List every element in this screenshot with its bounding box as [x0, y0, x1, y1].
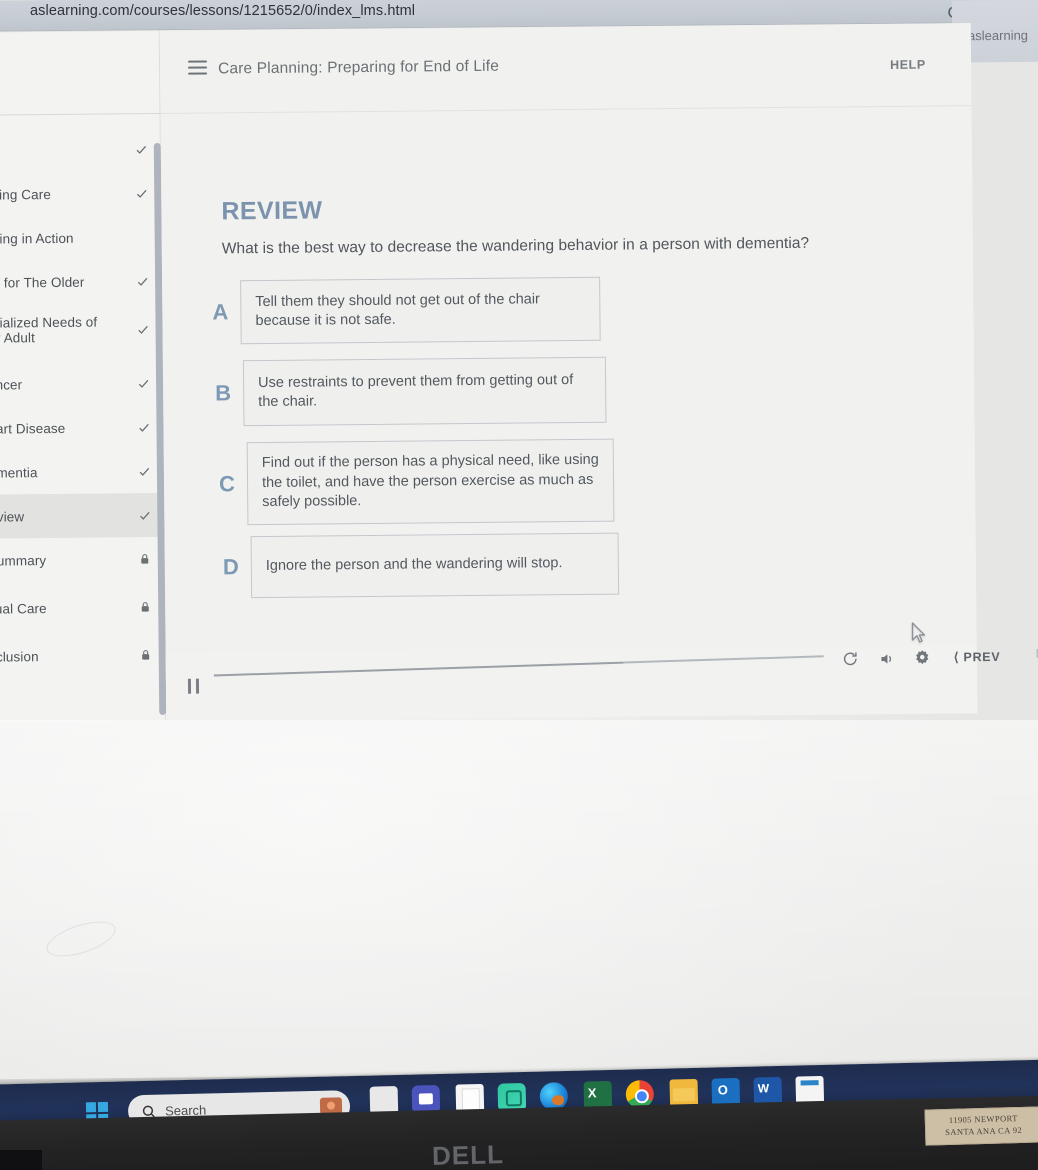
check-icon — [134, 421, 152, 434]
sidebar-item-label: anning in Action — [0, 230, 74, 247]
sidebar-item-2[interactable]: anning in Action — [0, 215, 161, 261]
sidebar-item-review[interactable]: Review — [0, 492, 164, 539]
gear-icon[interactable] — [914, 649, 931, 666]
option-text[interactable]: Ignore the person and the wandering will… — [250, 532, 620, 599]
sidebar-item-label: pecialized Needs of lder Adult — [0, 314, 98, 346]
sidebar-item-7[interactable]: Dementia — [0, 449, 163, 495]
sidebar-item-10[interactable]: iritual Care — [0, 585, 164, 631]
check-icon — [135, 465, 153, 478]
sidebar-item-summary[interactable]: Summary — [0, 537, 164, 583]
course-sidebar: on anding Care anning in Action — [0, 30, 167, 723]
dell-logo: DELL — [431, 1139, 505, 1170]
sidebar-divider — [0, 112, 160, 116]
check-icon — [132, 143, 150, 156]
option-text[interactable]: Use restraints to prevent them from gett… — [242, 356, 607, 427]
answer-option-d[interactable]: D Ignore the person and the wandering wi… — [211, 532, 644, 599]
asset-label-line2: SANTA ANA CA 92 — [945, 1124, 1023, 1138]
sidebar-item-label: Summary — [0, 552, 47, 569]
lock-icon — [137, 649, 155, 661]
check-icon — [135, 509, 153, 522]
laptop-bezel-corner — [0, 1150, 42, 1170]
hamburger-menu-icon[interactable] — [187, 60, 208, 75]
answer-option-b[interactable]: B Use restraints to prevent them from ge… — [203, 356, 629, 427]
sidebar-item-4[interactable]: pecialized Needs of lder Adult — [0, 303, 162, 357]
sidebar-item-label: Cancer — [0, 376, 23, 393]
check-icon — [132, 187, 150, 200]
replay-icon[interactable] — [842, 650, 859, 667]
sidebar-item-11[interactable]: onclusion — [0, 633, 165, 679]
laptop-screen-photo: aslearning.com/courses/lessons/1215652/0… — [0, 0, 1038, 1170]
sidebar-item-label: on — [0, 142, 132, 158]
check-icon — [133, 275, 151, 288]
sidebar-item-3[interactable]: ring for The Older — [0, 259, 161, 305]
sidebar-item-label: Heart Disease — [0, 420, 66, 437]
prev-button[interactable]: ⟨ PREV — [954, 649, 1001, 664]
option-letter: C — [218, 470, 236, 496]
lock-icon — [136, 553, 154, 565]
media-player-bar: ⟨ PREV NEXT ⟩ — [165, 645, 1038, 721]
sidebar-item-label: onclusion — [0, 648, 39, 665]
question-text: What is the best way to decrease the wan… — [221, 234, 810, 258]
quiz-slide: REVIEW What is the best way to decrease … — [160, 105, 976, 653]
check-icon — [134, 377, 152, 390]
review-heading: REVIEW — [221, 196, 323, 226]
check-icon — [134, 323, 152, 336]
lock-icon — [136, 601, 154, 613]
sidebar-item-label: Review — [0, 508, 25, 525]
sidebar-item-label: ring for The Older — [0, 274, 85, 290]
chevron-left-icon: ⟨ — [953, 650, 964, 665]
sidebar-item-6[interactable]: Heart Disease — [0, 405, 163, 451]
seek-bar-remaining[interactable] — [623, 655, 824, 664]
seek-bar[interactable] — [213, 661, 624, 677]
mouse-cursor — [911, 622, 926, 643]
option-letter: A — [212, 299, 229, 325]
sidebar-item-1[interactable]: anding Care — [0, 171, 160, 217]
sidebar-item-0[interactable]: on — [0, 127, 160, 173]
answer-option-a[interactable]: A Tell them they should not get out of t… — [200, 276, 621, 345]
option-text[interactable]: Tell them they should not get out of the… — [240, 276, 601, 345]
browser-url-bar[interactable]: aslearning.com/courses/lessons/1215652/0… — [30, 3, 415, 19]
page-title: Care Planning: Preparing for End of Life — [217, 57, 500, 78]
option-letter: D — [222, 554, 239, 580]
asset-label-line1: 11905 NEWPORT — [948, 1113, 1018, 1125]
sidebar-item-5[interactable]: Cancer — [0, 361, 162, 407]
prev-label: PREV — [963, 649, 1001, 665]
sidebar-item-label: iritual Care — [0, 600, 47, 617]
help-button[interactable]: HELP — [890, 58, 926, 72]
asset-label-sticker: 11905 NEWPORT SANTA ANA CA 92 — [924, 1106, 1038, 1146]
volume-icon[interactable] — [878, 651, 896, 667]
option-letter: B — [215, 380, 232, 406]
sidebar-item-label: anding Care — [0, 186, 51, 203]
sidebar-item-label: Dementia — [0, 464, 38, 481]
pause-icon[interactable] — [187, 678, 200, 694]
answer-option-c[interactable]: C Find out if the person has a physical … — [207, 438, 638, 526]
course-content-panel: Care Planning: Preparing for End of Life… — [159, 23, 1038, 721]
lms-course-window: on anding Care anning in Action — [0, 23, 1038, 723]
option-text[interactable]: Find out if the person has a physical ne… — [246, 438, 615, 526]
